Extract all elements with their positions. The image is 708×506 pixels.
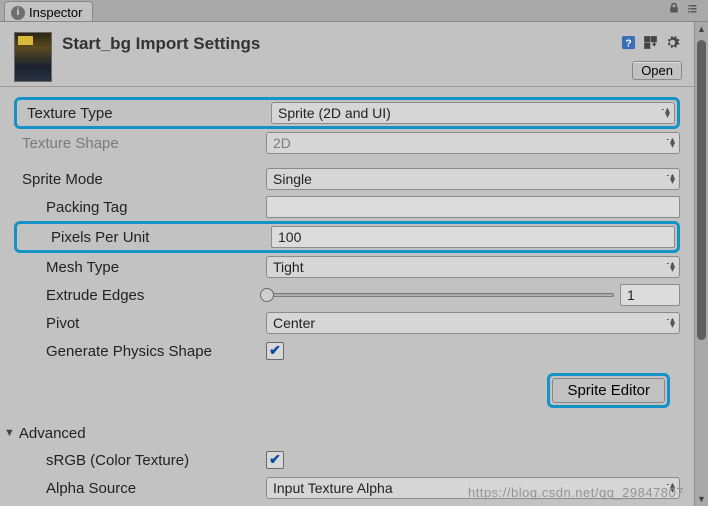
- tab-right-controls: [668, 0, 708, 21]
- texture-shape-row: Texture Shape 2D ▴▾: [14, 129, 680, 157]
- scrollbar-thumb[interactable]: [697, 40, 706, 340]
- packing-tag-input[interactable]: [266, 196, 680, 218]
- dropdown-arrows-icon: ▴▾: [670, 262, 674, 272]
- svg-text:?: ?: [625, 38, 631, 49]
- srgb-row: sRGB (Color Texture): [14, 446, 680, 474]
- dropdown-arrows-icon: ▴▾: [670, 483, 674, 493]
- open-button[interactable]: Open: [632, 61, 682, 80]
- pivot-dropdown[interactable]: Center ▴▾: [266, 312, 680, 334]
- header-icon-row: ?: [620, 34, 680, 50]
- asset-thumbnail: [14, 32, 52, 82]
- slider-thumb[interactable]: [260, 288, 274, 302]
- sprite-mode-row: Sprite Mode Single ▴▾: [14, 165, 680, 193]
- pivot-row: Pivot Center ▴▾: [14, 309, 680, 337]
- alpha-source-label: Alpha Source: [14, 480, 266, 497]
- alpha-is-transparency-row: Alpha Is Transparency: [14, 502, 680, 506]
- foldout-arrow-icon: ▼: [4, 427, 15, 439]
- settings-icon[interactable]: [664, 34, 680, 50]
- sprite-editor-row: Sprite Editor: [14, 365, 680, 420]
- sprite-mode-label: Sprite Mode: [14, 171, 266, 188]
- asset-header: Start_bg Import Settings ? Open: [0, 22, 694, 87]
- info-icon: i: [11, 6, 25, 20]
- tab-title: Inspector: [29, 5, 82, 20]
- dropdown-arrows-icon: ▴▾: [665, 108, 669, 118]
- panel-menu-icon[interactable]: [686, 1, 698, 19]
- extrude-edges-value[interactable]: 1: [620, 284, 680, 306]
- inspector-content: Start_bg Import Settings ? Open Texture …: [0, 22, 694, 506]
- texture-shape-dropdown: 2D ▴▾: [266, 132, 680, 154]
- advanced-label: Advanced: [19, 425, 86, 442]
- sprite-mode-dropdown[interactable]: Single ▴▾: [266, 168, 680, 190]
- texture-shape-label: Texture Shape: [14, 135, 266, 152]
- mesh-type-dropdown[interactable]: Tight ▴▾: [266, 256, 680, 278]
- vertical-scrollbar[interactable]: ▲ ▼: [694, 22, 708, 506]
- extrude-edges-row: Extrude Edges 1: [14, 281, 680, 309]
- alpha-source-row: Alpha Source Input Texture Alpha ▴▾: [14, 474, 680, 502]
- advanced-foldout[interactable]: ▼ Advanced: [4, 420, 680, 446]
- dropdown-arrows-icon: ▴▾: [670, 318, 674, 328]
- pixels-per-unit-input[interactable]: 100: [271, 226, 675, 248]
- texture-type-row: Texture Type Sprite (2D and UI) ▴▾: [14, 97, 680, 129]
- srgb-checkbox[interactable]: [266, 451, 284, 469]
- preset-icon[interactable]: [642, 34, 658, 50]
- tab-bar: i Inspector: [0, 0, 708, 22]
- extrude-edges-label: Extrude Edges: [14, 287, 266, 304]
- srgb-label: sRGB (Color Texture): [14, 452, 266, 469]
- alpha-source-dropdown[interactable]: Input Texture Alpha ▴▾: [266, 477, 680, 499]
- lock-icon[interactable]: [668, 1, 680, 19]
- packing-tag-label: Packing Tag: [14, 199, 266, 216]
- scrollbar-down-icon[interactable]: ▼: [695, 492, 708, 506]
- texture-type-label: Texture Type: [19, 105, 271, 122]
- generate-physics-shape-row: Generate Physics Shape: [14, 337, 680, 365]
- scrollbar-up-icon[interactable]: ▲: [695, 22, 708, 36]
- help-icon[interactable]: ?: [620, 34, 636, 50]
- pivot-label: Pivot: [14, 315, 266, 332]
- mesh-type-label: Mesh Type: [14, 259, 266, 276]
- generate-physics-shape-checkbox[interactable]: [266, 342, 284, 360]
- sprite-editor-button[interactable]: Sprite Editor: [552, 378, 665, 403]
- pixels-per-unit-label: Pixels Per Unit: [19, 229, 271, 246]
- texture-type-dropdown[interactable]: Sprite (2D and UI) ▴▾: [271, 102, 675, 124]
- extrude-edges-slider[interactable]: [266, 293, 614, 297]
- mesh-type-row: Mesh Type Tight ▴▾: [14, 253, 680, 281]
- packing-tag-row: Packing Tag: [14, 193, 680, 221]
- generate-physics-shape-label: Generate Physics Shape: [14, 343, 266, 360]
- inspector-tab[interactable]: i Inspector: [4, 1, 93, 21]
- asset-title: Start_bg Import Settings: [62, 32, 260, 82]
- pixels-per-unit-row: Pixels Per Unit 100: [14, 221, 680, 253]
- sprite-editor-highlight: Sprite Editor: [547, 373, 670, 408]
- dropdown-arrows-icon: ▴▾: [670, 138, 674, 148]
- import-settings-form: Texture Type Sprite (2D and UI) ▴▾ Textu…: [0, 87, 694, 506]
- dropdown-arrows-icon: ▴▾: [670, 174, 674, 184]
